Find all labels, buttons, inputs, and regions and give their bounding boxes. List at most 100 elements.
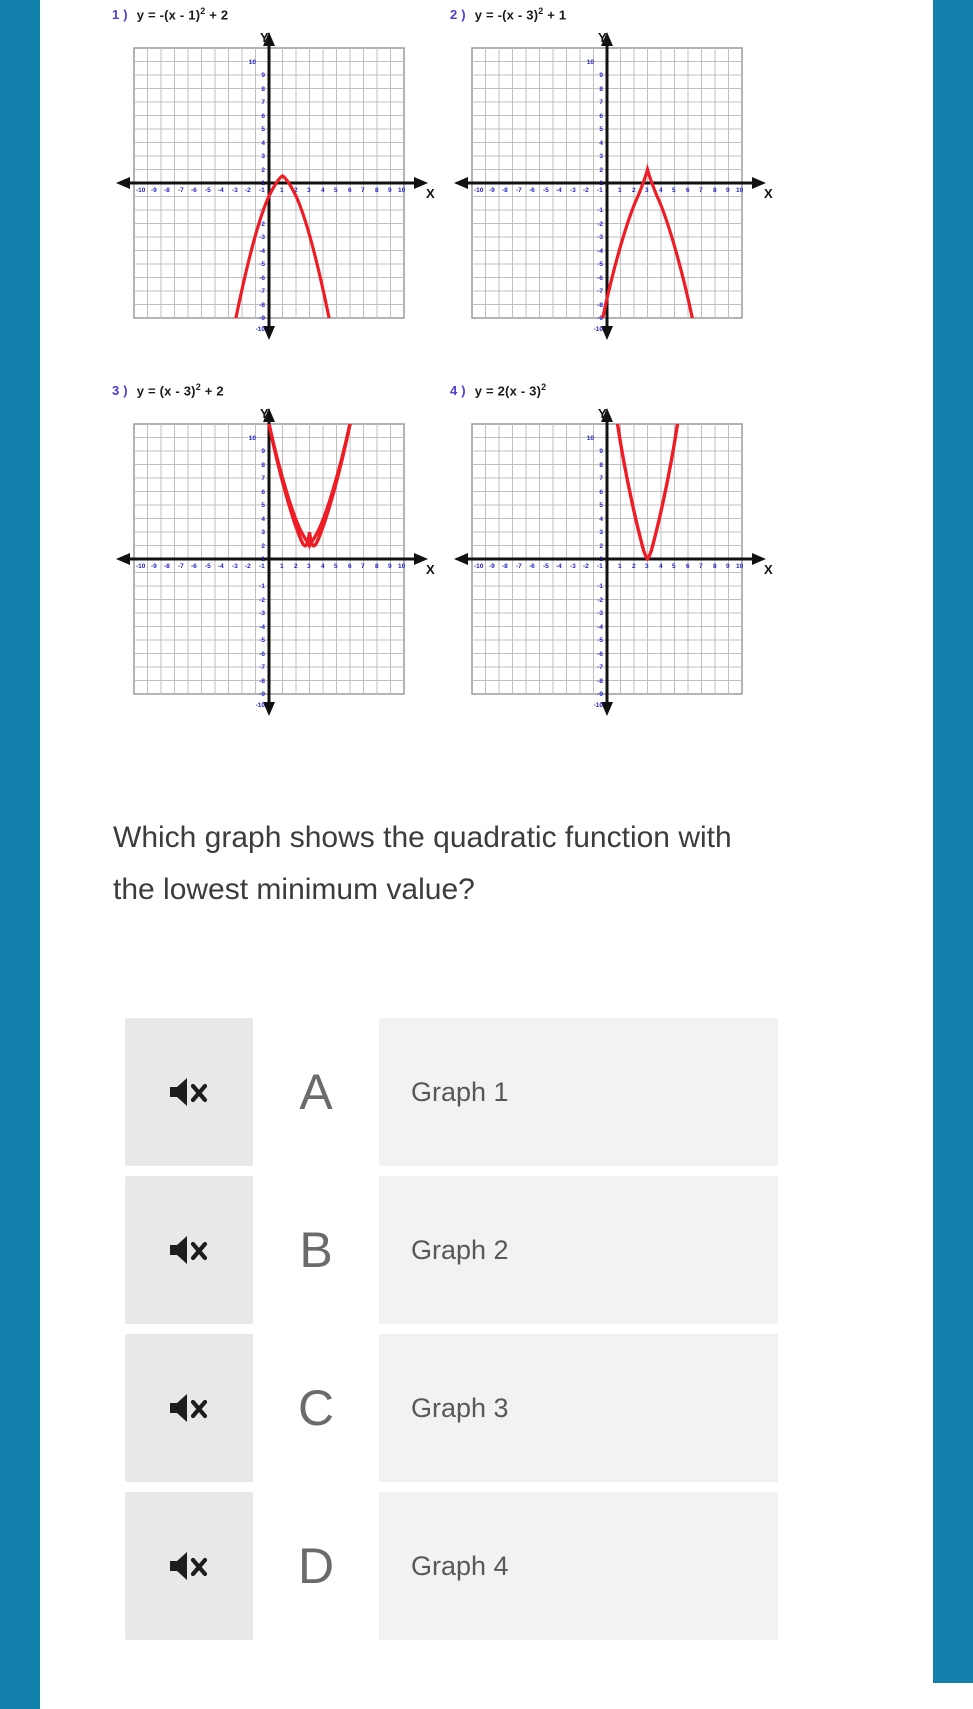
graph-panel-1: 1 ) y = -(x - 1)2 + 2 Y X -10 -9 -8 -7 -… (112, 6, 442, 344)
svg-text:5: 5 (261, 126, 265, 133)
option-label-a: Graph 1 (379, 1018, 778, 1166)
svg-text:4: 4 (261, 516, 265, 523)
svg-text:5: 5 (334, 187, 338, 194)
svg-text:10: 10 (249, 435, 257, 442)
svg-text:-4: -4 (259, 248, 265, 255)
svg-text:3: 3 (599, 529, 603, 536)
svg-text:3: 3 (645, 187, 649, 194)
svg-text:-1: -1 (597, 207, 603, 214)
audio-button-a[interactable] (125, 1018, 253, 1166)
svg-text:-10: -10 (256, 702, 266, 709)
svg-text:1: 1 (599, 180, 603, 187)
answer-option-c[interactable]: C Graph 3 (125, 1334, 778, 1482)
svg-text:10: 10 (398, 187, 406, 194)
svg-text:-6: -6 (259, 651, 265, 658)
bottom-cutoff (40, 1683, 973, 1709)
graph-4-plot: Y X -10 -9 -8 -7 -6 -5 -4 -3 -2 -1 1 2 3 4 5 6 7 8 9… (450, 402, 780, 720)
svg-text:-3: -3 (232, 187, 238, 194)
svg-text:-4: -4 (597, 624, 603, 631)
svg-text:-10: -10 (256, 326, 266, 333)
graph-panel-4: 4 ) y = 2(x - 3)2 Y X -10 -9 -8 -7 -6 -5… (450, 382, 780, 720)
svg-text:X: X (764, 562, 773, 577)
svg-text:2: 2 (599, 167, 603, 174)
svg-text:-6: -6 (259, 275, 265, 282)
svg-text:-5: -5 (597, 637, 603, 644)
svg-text:4: 4 (659, 187, 663, 194)
svg-text:-8: -8 (502, 187, 508, 194)
audio-button-b[interactable] (125, 1176, 253, 1324)
answer-option-a[interactable]: A Graph 1 (125, 1018, 778, 1166)
answer-options-list: A Graph 1 B Graph 2 C Graph 3 D Graph 4 (125, 1018, 865, 1650)
svg-text:-10: -10 (136, 563, 146, 570)
svg-text:3: 3 (645, 563, 649, 570)
svg-text:4: 4 (321, 187, 325, 194)
svg-text:4: 4 (261, 140, 265, 147)
svg-text:-9: -9 (597, 691, 603, 698)
graph-1-svg: Y X -10 -9 -8 -7 -6 -5 -4 -3 -2 -1 1 2 3 4 5 6 7 8 9… (116, 30, 435, 341)
svg-text:1: 1 (280, 187, 284, 194)
graph-4-number: 4 ) (450, 383, 466, 399)
graph-1-plot: Y X -10 -9 -8 -7 -6 -5 -4 -3 -2 -1 1 2 3 4 5 6 7 8 9… (112, 26, 442, 344)
svg-text:-2: -2 (583, 563, 589, 570)
svg-text:7: 7 (699, 187, 703, 194)
option-label-c: Graph 3 (379, 1334, 778, 1482)
svg-text:1: 1 (618, 563, 622, 570)
svg-text:2: 2 (599, 543, 603, 550)
svg-text:7: 7 (261, 99, 265, 106)
svg-text:-3: -3 (259, 234, 265, 241)
svg-text:9: 9 (388, 187, 392, 194)
svg-text:9: 9 (388, 563, 392, 570)
svg-text:6: 6 (686, 563, 690, 570)
graph-1-number: 1 ) (112, 7, 128, 23)
svg-text:Y: Y (598, 30, 607, 45)
left-accent-rail (0, 0, 40, 1709)
svg-text:7: 7 (261, 475, 265, 482)
svg-text:-4: -4 (556, 187, 562, 194)
svg-text:7: 7 (699, 563, 703, 570)
audio-button-c[interactable] (125, 1334, 253, 1482)
svg-text:-4: -4 (218, 563, 224, 570)
svg-text:-9: -9 (151, 563, 157, 570)
graph-3-equation-suffix: + 2 (200, 383, 224, 399)
svg-text:-8: -8 (259, 302, 265, 309)
svg-text:-1: -1 (259, 187, 265, 194)
svg-text:-3: -3 (259, 610, 265, 617)
svg-text:6: 6 (261, 113, 265, 120)
axes-2: Y X (454, 30, 773, 341)
audio-button-d[interactable] (125, 1492, 253, 1640)
svg-text:2: 2 (261, 543, 265, 550)
speaker-muted-icon (166, 1075, 212, 1109)
svg-text:5: 5 (672, 563, 676, 570)
answer-option-d[interactable]: D Graph 4 (125, 1492, 778, 1640)
svg-text:3: 3 (599, 153, 603, 160)
svg-text:-8: -8 (502, 563, 508, 570)
svg-text:-2: -2 (245, 563, 251, 570)
svg-text:X: X (426, 186, 435, 201)
svg-text:3: 3 (307, 563, 311, 570)
svg-text:-4: -4 (259, 624, 265, 631)
svg-text:-7: -7 (516, 563, 522, 570)
page-content: 1 ) y = -(x - 1)2 + 2 Y X -10 -9 -8 -7 -… (40, 0, 973, 1709)
svg-text:9: 9 (726, 187, 730, 194)
svg-text:-1: -1 (597, 583, 603, 590)
svg-text:6: 6 (261, 489, 265, 496)
answer-option-b[interactable]: B Graph 2 (125, 1176, 778, 1324)
svg-text:9: 9 (599, 72, 603, 79)
svg-text:1: 1 (599, 556, 603, 563)
svg-text:4: 4 (599, 140, 603, 147)
svg-text:-4: -4 (218, 187, 224, 194)
svg-text:-3: -3 (232, 563, 238, 570)
graph-4-svg: Y X -10 -9 -8 -7 -6 -5 -4 -3 -2 -1 1 2 3 4 5 6 7 8 9… (454, 406, 773, 717)
svg-text:6: 6 (599, 113, 603, 120)
svg-text:1: 1 (261, 556, 265, 563)
svg-text:-5: -5 (543, 563, 549, 570)
graph-3-plot: Y X -10 -9 -8 -7 -6 -5 -4 -3 -2 -1 1 2 3 4 5 6 7 8 9… (112, 402, 442, 720)
svg-text:8: 8 (599, 86, 603, 93)
question-text: Which graph shows the quadratic function… (113, 821, 732, 906)
svg-text:-3: -3 (597, 610, 603, 617)
graph-1-equation: 1 ) y = -(x - 1)2 + 2 (112, 6, 442, 22)
axes-4: Y X (454, 406, 773, 717)
svg-text:-2: -2 (583, 187, 589, 194)
svg-text:10: 10 (587, 435, 595, 442)
svg-text:-3: -3 (570, 563, 576, 570)
